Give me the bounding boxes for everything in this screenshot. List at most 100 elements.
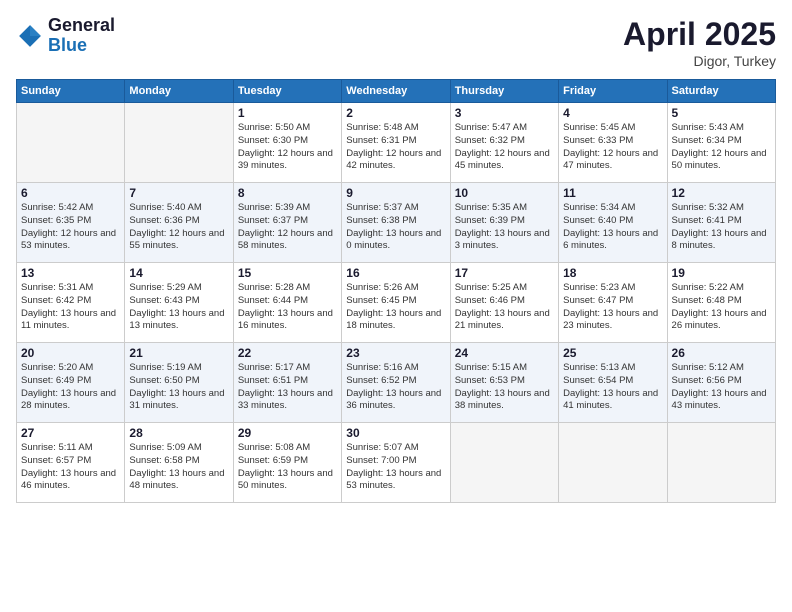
col-header-sunday: Sunday bbox=[17, 80, 125, 103]
day-number: 14 bbox=[129, 266, 228, 280]
calendar-cell: 19 Sunrise: 5:22 AMSunset: 6:48 PMDayligh… bbox=[667, 263, 775, 343]
logo-text: General Blue bbox=[48, 16, 115, 56]
day-number: 11 bbox=[563, 186, 662, 200]
col-header-friday: Friday bbox=[559, 80, 667, 103]
day-number: 26 bbox=[672, 346, 771, 360]
calendar-cell: 25 Sunrise: 5:13 AMSunset: 6:54 PMDayligh… bbox=[559, 343, 667, 423]
day-number: 18 bbox=[563, 266, 662, 280]
calendar-cell: 6Sunrise: 5:42 AMSunset: 6:35 PMDaylight… bbox=[17, 183, 125, 263]
calendar-week-row: 27Sunrise: 5:11 AMSunset: 6:57 PMDayligh… bbox=[17, 423, 776, 503]
day-number: 24 bbox=[455, 346, 554, 360]
calendar-header-row: SundayMondayTuesdayWednesdayThursdayFrid… bbox=[17, 80, 776, 103]
calendar-week-row: 13Sunrise: 5:31 AMSunset: 6:42 PMDayligh… bbox=[17, 263, 776, 343]
day-info: Sunrise: 5:32 AMSunset: 6:41 PMDaylight:… bbox=[672, 202, 771, 253]
day-info: Sunrise: 5:23 AMSunset: 6:47 PMDaylight:… bbox=[563, 282, 662, 333]
day-number: 29 bbox=[238, 426, 337, 440]
calendar-cell: 10 Sunrise: 5:35 AMSunset: 6:39 PMDayligh… bbox=[450, 183, 558, 263]
logo-blue: Blue bbox=[48, 36, 115, 56]
day-info: Sunrise: 5:50 AMSunset: 6:30 PMDaylight:… bbox=[238, 122, 337, 173]
day-number: 4 bbox=[563, 106, 662, 120]
calendar-cell: 1 Sunrise: 5:50 AMSunset: 6:30 PMDaylight… bbox=[233, 103, 341, 183]
calendar-cell: 7Sunrise: 5:40 AMSunset: 6:36 PMDaylight… bbox=[125, 183, 233, 263]
location: Digor, Turkey bbox=[623, 53, 776, 69]
day-info: Sunrise: 5:26 AMSunset: 6:45 PMDaylight:… bbox=[346, 282, 445, 333]
day-info: Sunrise: 5:07 AMSunset: 7:00 PMDaylight:… bbox=[346, 442, 445, 493]
day-info: Sunrise: 5:45 AMSunset: 6:33 PMDaylight:… bbox=[563, 122, 662, 173]
logo: General Blue bbox=[16, 16, 115, 56]
day-number: 25 bbox=[563, 346, 662, 360]
day-number: 13 bbox=[21, 266, 120, 280]
calendar-cell: 17Sunrise: 5:25 AMSunset: 6:46 PMDayligh… bbox=[450, 263, 558, 343]
day-number: 19 bbox=[672, 266, 771, 280]
calendar-table: SundayMondayTuesdayWednesdayThursdayFrid… bbox=[16, 79, 776, 503]
day-number: 7 bbox=[129, 186, 228, 200]
day-info: Sunrise: 5:47 AMSunset: 6:32 PMDaylight:… bbox=[455, 122, 554, 173]
calendar-cell bbox=[667, 423, 775, 503]
calendar-week-row: 6Sunrise: 5:42 AMSunset: 6:35 PMDaylight… bbox=[17, 183, 776, 263]
calendar-cell: 11 Sunrise: 5:34 AMSunset: 6:40 PMDayligh… bbox=[559, 183, 667, 263]
col-header-saturday: Saturday bbox=[667, 80, 775, 103]
day-number: 16 bbox=[346, 266, 445, 280]
calendar-cell bbox=[125, 103, 233, 183]
day-number: 30 bbox=[346, 426, 445, 440]
day-info: Sunrise: 5:09 AMSunset: 6:58 PMDaylight:… bbox=[129, 442, 228, 493]
day-number: 21 bbox=[129, 346, 228, 360]
day-info: Sunrise: 5:19 AMSunset: 6:50 PMDaylight:… bbox=[129, 362, 228, 413]
title-block: April 2025 Digor, Turkey bbox=[623, 16, 776, 69]
day-number: 10 bbox=[455, 186, 554, 200]
day-number: 1 bbox=[238, 106, 337, 120]
col-header-thursday: Thursday bbox=[450, 80, 558, 103]
calendar-cell bbox=[450, 423, 558, 503]
calendar-cell: 14Sunrise: 5:29 AMSunset: 6:43 PMDayligh… bbox=[125, 263, 233, 343]
calendar-week-row: 20Sunrise: 5:20 AMSunset: 6:49 PMDayligh… bbox=[17, 343, 776, 423]
day-info: Sunrise: 5:25 AMSunset: 6:46 PMDaylight:… bbox=[455, 282, 554, 333]
calendar-cell: 15 Sunrise: 5:28 AMSunset: 6:44 PMDayligh… bbox=[233, 263, 341, 343]
day-number: 3 bbox=[455, 106, 554, 120]
day-info: Sunrise: 5:48 AMSunset: 6:31 PMDaylight:… bbox=[346, 122, 445, 173]
calendar-cell bbox=[17, 103, 125, 183]
calendar-cell: 20Sunrise: 5:20 AMSunset: 6:49 PMDayligh… bbox=[17, 343, 125, 423]
calendar-cell: 3 Sunrise: 5:47 AMSunset: 6:32 PMDaylight… bbox=[450, 103, 558, 183]
calendar-cell: 4 Sunrise: 5:45 AMSunset: 6:33 PMDaylight… bbox=[559, 103, 667, 183]
calendar-cell: 30 Sunrise: 5:07 AMSunset: 7:00 PMDayligh… bbox=[342, 423, 450, 503]
day-info: Sunrise: 5:13 AMSunset: 6:54 PMDaylight:… bbox=[563, 362, 662, 413]
day-number: 5 bbox=[672, 106, 771, 120]
calendar-week-row: 1 Sunrise: 5:50 AMSunset: 6:30 PMDaylight… bbox=[17, 103, 776, 183]
day-info: Sunrise: 5:17 AMSunset: 6:51 PMDaylight:… bbox=[238, 362, 337, 413]
day-number: 8 bbox=[238, 186, 337, 200]
day-info: Sunrise: 5:34 AMSunset: 6:40 PMDaylight:… bbox=[563, 202, 662, 253]
day-info: Sunrise: 5:35 AMSunset: 6:39 PMDaylight:… bbox=[455, 202, 554, 253]
calendar-cell: 27Sunrise: 5:11 AMSunset: 6:57 PMDayligh… bbox=[17, 423, 125, 503]
calendar-cell: 23Sunrise: 5:16 AMSunset: 6:52 PMDayligh… bbox=[342, 343, 450, 423]
day-number: 15 bbox=[238, 266, 337, 280]
day-number: 28 bbox=[129, 426, 228, 440]
day-info: Sunrise: 5:28 AMSunset: 6:44 PMDaylight:… bbox=[238, 282, 337, 333]
calendar-cell: 12 Sunrise: 5:32 AMSunset: 6:41 PMDayligh… bbox=[667, 183, 775, 263]
calendar-cell: 24 Sunrise: 5:15 AMSunset: 6:53 PMDayligh… bbox=[450, 343, 558, 423]
day-info: Sunrise: 5:39 AMSunset: 6:37 PMDaylight:… bbox=[238, 202, 337, 253]
col-header-monday: Monday bbox=[125, 80, 233, 103]
calendar-cell: 26 Sunrise: 5:12 AMSunset: 6:56 PMDayligh… bbox=[667, 343, 775, 423]
day-number: 23 bbox=[346, 346, 445, 360]
calendar-cell: 16 Sunrise: 5:26 AMSunset: 6:45 PMDayligh… bbox=[342, 263, 450, 343]
day-number: 9 bbox=[346, 186, 445, 200]
day-info: Sunrise: 5:12 AMSunset: 6:56 PMDaylight:… bbox=[672, 362, 771, 413]
calendar-cell bbox=[559, 423, 667, 503]
day-info: Sunrise: 5:42 AMSunset: 6:35 PMDaylight:… bbox=[21, 202, 120, 253]
calendar-cell: 9 Sunrise: 5:37 AMSunset: 6:38 PMDaylight… bbox=[342, 183, 450, 263]
calendar-cell: 29Sunrise: 5:08 AMSunset: 6:59 PMDayligh… bbox=[233, 423, 341, 503]
calendar-cell: 28 Sunrise: 5:09 AMSunset: 6:58 PMDayligh… bbox=[125, 423, 233, 503]
day-info: Sunrise: 5:22 AMSunset: 6:48 PMDaylight:… bbox=[672, 282, 771, 333]
logo-general: General bbox=[48, 16, 115, 36]
day-number: 20 bbox=[21, 346, 120, 360]
day-number: 12 bbox=[672, 186, 771, 200]
col-header-wednesday: Wednesday bbox=[342, 80, 450, 103]
day-info: Sunrise: 5:15 AMSunset: 6:53 PMDaylight:… bbox=[455, 362, 554, 413]
day-info: Sunrise: 5:43 AMSunset: 6:34 PMDaylight:… bbox=[672, 122, 771, 173]
calendar-cell: 8 Sunrise: 5:39 AMSunset: 6:37 PMDaylight… bbox=[233, 183, 341, 263]
day-info: Sunrise: 5:37 AMSunset: 6:38 PMDaylight:… bbox=[346, 202, 445, 253]
day-number: 27 bbox=[21, 426, 120, 440]
calendar-cell: 2Sunrise: 5:48 AMSunset: 6:31 PMDaylight… bbox=[342, 103, 450, 183]
header: General Blue April 2025 Digor, Turkey bbox=[16, 16, 776, 69]
calendar-cell: 21 Sunrise: 5:19 AMSunset: 6:50 PMDayligh… bbox=[125, 343, 233, 423]
